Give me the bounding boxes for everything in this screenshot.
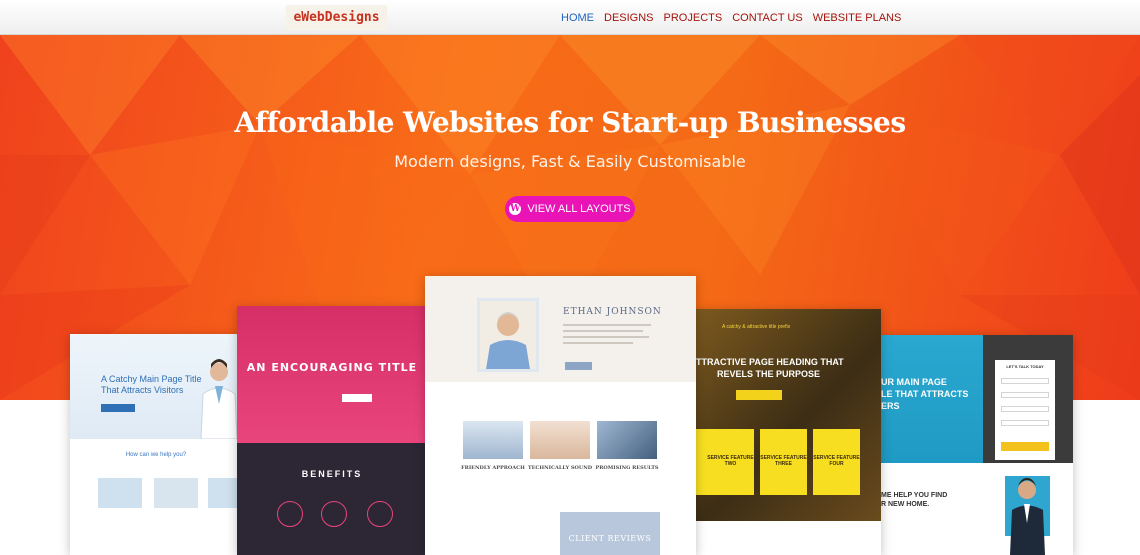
realestate-help-line2: R NEW HOME.	[881, 501, 930, 508]
nav-contact-us[interactable]: CONTACT US	[732, 12, 803, 24]
microphone-icon	[321, 501, 347, 527]
profile-cta	[565, 362, 592, 370]
form-title: LET'S TALK TODAY	[1006, 364, 1044, 369]
hero-subtitle: Modern designs, Fast & Easily Customisab…	[394, 152, 746, 171]
medical-subtitle: That Attracts Visitors	[101, 385, 184, 395]
construction-tagline: A catchy & attractive title prefix	[722, 324, 791, 330]
wordpress-icon: W	[509, 203, 522, 215]
medical-thumb-1	[98, 478, 142, 508]
medical-title: A Catchy Main Page Title	[101, 374, 202, 384]
medical-cta	[101, 404, 135, 412]
feature-label: SERVICE FEATURE THREE	[760, 455, 807, 467]
lightbulb-icon	[367, 501, 393, 527]
profile-text-line	[563, 324, 651, 326]
profile-name: ETHAN JOHNSON	[563, 307, 662, 317]
service-title-3: PROMISING RESULTS	[595, 465, 659, 471]
feature-label: SERVICE FEATURE TWO	[707, 455, 754, 467]
form-submit	[1001, 442, 1049, 451]
client-reviews-heading: CLIENT REVIEWS	[568, 534, 652, 543]
nav-home[interactable]: HOME	[561, 12, 594, 24]
service-image-3	[597, 421, 657, 459]
service-image-1	[463, 421, 523, 459]
client-reviews-section: CLIENT REVIEWS	[560, 512, 660, 555]
form-field	[1001, 378, 1049, 384]
preview-realestate[interactable]: UR MAIN PAGE LE THAT ATTRACTS ERS LET'S …	[878, 335, 1073, 555]
construction-footer-strip	[694, 521, 881, 555]
realestate-heading-line2: LE THAT ATTRACTS	[881, 389, 969, 399]
preview-construction[interactable]: A catchy & attractive title prefix TTRAC…	[694, 309, 881, 555]
main-nav: HOME DESIGNS PROJECTS CONTACT US WEBSITE…	[556, 0, 906, 35]
realestate-heading: UR MAIN PAGE LE THAT ATTRACTS ERS	[881, 376, 968, 412]
form-field	[1001, 392, 1049, 398]
profile-text-line	[563, 342, 633, 344]
preview-profile[interactable]: ETHAN JOHNSON FRIENDLY APPROACH TECHNICA…	[425, 276, 696, 555]
site-logo[interactable]: eWebDesigns	[286, 5, 387, 31]
construction-feature-3: SERVICE FEATURE FOUR	[813, 429, 860, 495]
pink-cta	[342, 394, 372, 402]
doctor-image	[200, 359, 238, 439]
construction-feature-2: SERVICE FEATURE THREE	[760, 429, 807, 495]
profile-portrait	[477, 298, 539, 372]
preview-pink[interactable]: AN ENCOURAGING TITLE BENEFITS	[237, 306, 427, 555]
profile-text-line	[563, 330, 643, 332]
realestate-heading-line1: UR MAIN PAGE	[881, 377, 947, 387]
service-image-2	[530, 421, 590, 459]
realestate-help-line1: ME HELP YOU FIND	[881, 492, 948, 499]
nav-designs[interactable]: DESIGNS	[604, 12, 654, 24]
medical-help-heading: How can we help you?	[125, 452, 187, 458]
construction-heading-line2: REVELS THE PURPOSE	[716, 369, 821, 379]
hero-title: Affordable Websites for Start-up Busines…	[234, 106, 906, 139]
view-all-layouts-label: VIEW ALL LAYOUTS	[527, 203, 631, 215]
businessman-image	[1005, 476, 1050, 555]
heart-icon	[277, 501, 303, 527]
nav-projects[interactable]: PROJECTS	[664, 12, 723, 24]
pink-benefits-heading: BENEFITS	[301, 469, 363, 479]
site-header: eWebDesigns HOME DESIGNS PROJECTS CONTAC…	[0, 0, 1140, 35]
preview-medical[interactable]: A Catchy Main Page Title That Attracts V…	[70, 334, 242, 555]
construction-feature-0: SERVICE FEATURE TWO	[707, 429, 754, 495]
realestate-help-heading: ME HELP YOU FIND R NEW HOME.	[881, 491, 947, 509]
pink-title: AN ENCOURAGING TITLE	[246, 361, 418, 374]
profile-text-line	[563, 336, 649, 338]
construction-heading: TTRACTIVE PAGE HEADING THAT REVELS THE P…	[694, 356, 881, 380]
construction-cta	[736, 390, 782, 400]
realestate-heading-line3: ERS	[881, 401, 900, 411]
contact-form: LET'S TALK TODAY	[995, 360, 1055, 460]
feature-label: SERVICE FEATURE FOUR	[813, 455, 860, 467]
nav-website-plans[interactable]: WEBSITE PLANS	[813, 12, 902, 24]
medical-thumb-2	[154, 478, 198, 508]
form-field	[1001, 406, 1049, 412]
view-all-layouts-button[interactable]: W VIEW ALL LAYOUTS	[505, 196, 635, 222]
form-field	[1001, 420, 1049, 426]
construction-heading-line1: TTRACTIVE PAGE HEADING THAT	[696, 357, 844, 367]
